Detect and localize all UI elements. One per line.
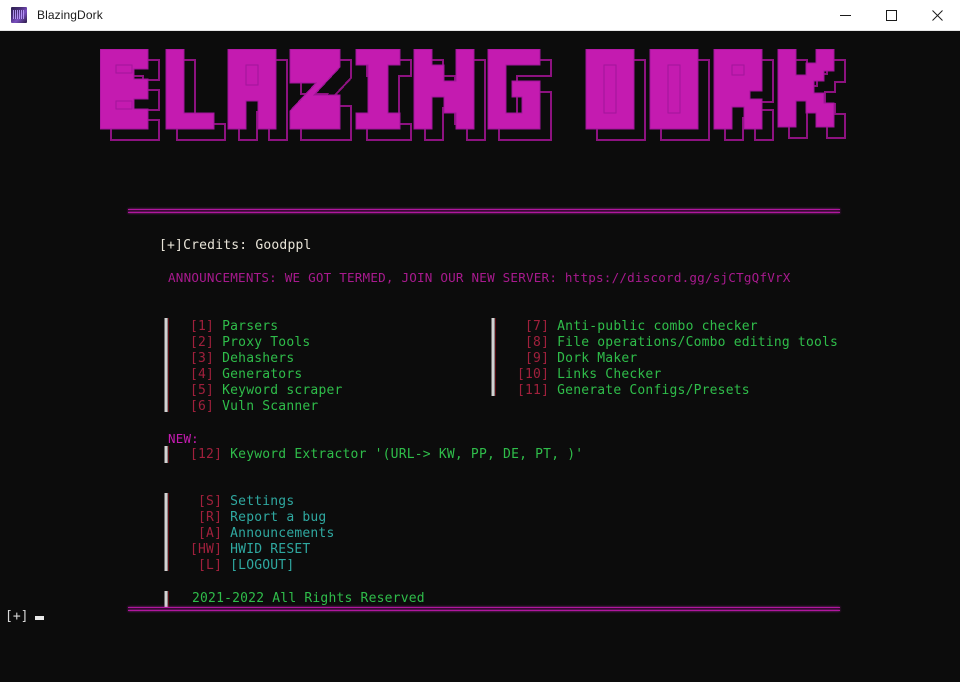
menu-item-logout[interactable]: [L] [LOGOUT] (190, 558, 334, 574)
menu-right-column: [7] Anti-public combo checker [8] File o… (517, 319, 838, 399)
menu-key: [3] (190, 351, 215, 366)
menu-left-column: [1] Parsers [2] Proxy Tools [3] Dehasher… (190, 319, 343, 415)
menu-label: File operations/Combo editing tools (549, 335, 839, 350)
command-prompt[interactable]: [+] (5, 609, 45, 625)
logo-ascii-art (100, 49, 846, 141)
menu-item-6[interactable]: [6] Vuln Scanner (190, 399, 343, 415)
menu-bar-new (164, 446, 169, 463)
menu-label: Dehashers (214, 351, 295, 366)
menu-item-1[interactable]: [1] Parsers (190, 319, 343, 335)
menu-key: [S] (190, 494, 223, 509)
menu-key: [A] (190, 526, 223, 541)
menu-item-5[interactable]: [5] Keyword scraper (190, 383, 343, 399)
menu-item-announcements[interactable]: [A] Announcements (190, 526, 334, 542)
divider-top (128, 209, 840, 214)
menu-key: [1] (190, 319, 215, 334)
menu-item-7[interactable]: [7] Anti-public combo checker (517, 319, 838, 335)
menu-key: [4] (190, 367, 215, 382)
app-logo (0, 49, 960, 179)
close-icon[interactable] (914, 0, 960, 31)
menu-bar-bottom (164, 493, 169, 571)
menu-key: [11] (517, 383, 550, 398)
window-controls (822, 0, 960, 31)
menu-label: Vuln Scanner (214, 399, 319, 414)
menu-label: Announcements (222, 526, 335, 541)
menu-item-8[interactable]: [8] File operations/Combo editing tools (517, 335, 838, 351)
menu-key: [7] (517, 319, 550, 334)
menu-key: [12] (190, 447, 223, 462)
menu-key: [5] (190, 383, 215, 398)
menu-label: Settings (222, 494, 295, 509)
menu-label: [LOGOUT] (222, 558, 295, 573)
menu-label: Report a bug (222, 510, 327, 525)
title-bar: BlazingDork (0, 0, 960, 31)
menu-key: [R] (190, 510, 223, 525)
menu-label: Parsers (214, 319, 279, 334)
menu-key: [L] (190, 558, 223, 573)
menu-label: Generators (214, 367, 303, 382)
menu-item-hwid-reset[interactable]: [HW] HWID RESET (190, 542, 334, 558)
divider-bottom (128, 607, 840, 612)
copyright-text: 2021-2022 All Rights Reserved (192, 591, 425, 606)
menu-label: Keyword Extractor '(URL-> KW, PP, DE, PT… (222, 447, 584, 462)
menu-item-3[interactable]: [3] Dehashers (190, 351, 343, 367)
menu-label: Proxy Tools (214, 335, 311, 350)
menu-label: Keyword scraper (214, 383, 343, 398)
menu-item-2[interactable]: [2] Proxy Tools (190, 335, 343, 351)
menu-key: [2] (190, 335, 215, 350)
minimize-icon[interactable] (822, 0, 868, 31)
menu-item-4[interactable]: [4] Generators (190, 367, 343, 383)
menu-key: [8] (517, 335, 550, 350)
copyright-bar (164, 591, 169, 607)
menu-bar-right (491, 318, 496, 396)
menu-item-report-bug[interactable]: [R] Report a bug (190, 510, 334, 526)
text-cursor (35, 616, 45, 620)
menu-key: [6] (190, 399, 215, 414)
menu-item-settings[interactable]: [S] Settings (190, 494, 334, 510)
divider-line (128, 212, 840, 213)
divider-line (128, 610, 840, 611)
menu-bottom-column: [S] Settings [R] Report a bug [A] Announ… (190, 494, 334, 574)
menu-item-12[interactable]: [12] Keyword Extractor '(URL-> KW, PP, D… (190, 447, 583, 463)
credits-label: Credits: Goodppl (183, 238, 312, 253)
menu-new-column: [12] Keyword Extractor '(URL-> KW, PP, D… (190, 447, 583, 463)
menu-item-10[interactable]: [10] Links Checker (517, 367, 838, 383)
menu-key: [9] (517, 351, 550, 366)
menu-item-11[interactable]: [11] Generate Configs/Presets (517, 383, 838, 399)
menu-label: Links Checker (549, 367, 662, 382)
window-title: BlazingDork (37, 8, 103, 22)
credits-line: [+]Credits: Goodppl (159, 238, 312, 254)
menu-bar-left (164, 318, 169, 412)
new-section-header: NEW: (168, 431, 199, 446)
menu-item-9[interactable]: [9] Dork Maker (517, 351, 838, 367)
menu-label: Generate Configs/Presets (549, 383, 750, 398)
menu-label: Anti-public combo checker (549, 319, 758, 334)
menu-label: HWID RESET (222, 542, 311, 557)
menu-key: [10] (517, 367, 550, 382)
menu-label: Dork Maker (549, 351, 638, 366)
prompt-marker: [+] (5, 609, 29, 624)
terminal-body: [+]Credits: Goodppl ANNOUNCEMENTS: WE GO… (0, 31, 960, 682)
credits-marker: [+] (159, 238, 184, 253)
maximize-icon[interactable] (868, 0, 914, 31)
menu-key: [HW] (190, 542, 223, 557)
announcement-line[interactable]: ANNOUNCEMENTS: WE GOT TERMED, JOIN OUR N… (168, 270, 791, 286)
app-window: BlazingDork [+]Credits: Goodppl ANNOUNCE… (0, 0, 960, 682)
app-icon (11, 7, 27, 23)
